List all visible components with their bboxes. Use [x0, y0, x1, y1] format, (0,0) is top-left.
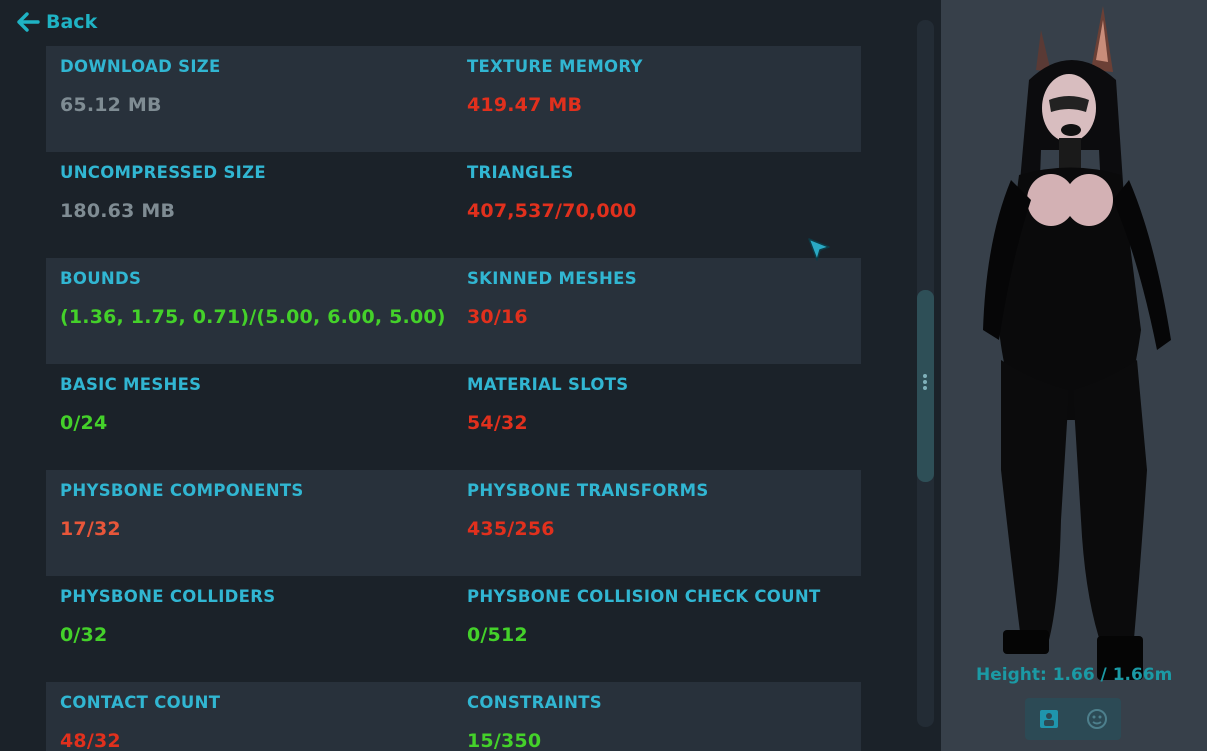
- avatar-figure: [983, 6, 1171, 680]
- stat-contact-count: CONTACT COUNT 48/32: [60, 682, 460, 751]
- stat-value: (1.36, 1.75, 0.71)/(5.00, 6.00, 5.00): [60, 306, 446, 328]
- avatar-preview[interactable]: Height: 1.66 / 1.66m: [941, 0, 1207, 751]
- stat-label: TEXTURE MEMORY: [467, 57, 643, 76]
- stat-value: 0/24: [60, 412, 108, 434]
- stat-basic-meshes: BASIC MESHES 0/24: [60, 364, 460, 470]
- preview-toolbar: [1025, 698, 1121, 740]
- stat-label: SKINNED MESHES: [467, 269, 637, 288]
- stat-download-size: DOWNLOAD SIZE 65.12 MB: [60, 46, 460, 152]
- face-button[interactable]: [1082, 704, 1112, 734]
- arrow-left-icon: [17, 12, 40, 32]
- pointer-cursor-icon: [808, 238, 830, 261]
- stat-material-slots: MATERIAL SLOTS 54/32: [467, 364, 861, 470]
- stat-row: CONTACT COUNT 48/32 CONSTRAINTS 15/350: [46, 682, 861, 751]
- stat-value: 407,537/70,000: [467, 200, 637, 222]
- stat-row: DOWNLOAD SIZE 65.12 MB TEXTURE MEMORY 41…: [46, 46, 861, 152]
- grip-dots-icon: [923, 374, 928, 390]
- stat-value: 65.12 MB: [60, 94, 162, 116]
- stat-value: 54/32: [467, 412, 528, 434]
- stat-physbone-colliders: PHYSBONE COLLIDERS 0/32: [60, 576, 460, 682]
- back-label: Back: [46, 11, 98, 33]
- stat-physbone-components: PHYSBONE COMPONENTS 17/32: [60, 470, 460, 576]
- stat-row: PHYSBONE COMPONENTS 17/32 PHYSBONE TRANS…: [46, 470, 861, 576]
- stat-label: BASIC MESHES: [60, 375, 202, 394]
- stat-uncompressed-size: UNCOMPRESSED SIZE 180.63 MB: [60, 152, 460, 258]
- stat-skinned-meshes: SKINNED MESHES 30/16: [467, 258, 861, 364]
- scrollbar-thumb[interactable]: [917, 290, 934, 482]
- avatar-card-button[interactable]: [1034, 704, 1064, 734]
- stat-physbone-collision-check-count: PHYSBONE COLLISION CHECK COUNT 0/512: [467, 576, 861, 682]
- stat-row: BOUNDS (1.36, 1.75, 0.71)/(5.00, 6.00, 5…: [46, 258, 861, 364]
- stat-value: 48/32: [60, 730, 121, 751]
- stat-value: 17/32: [60, 518, 121, 540]
- stat-label: CONTACT COUNT: [60, 693, 221, 712]
- stat-label: DOWNLOAD SIZE: [60, 57, 221, 76]
- stat-label: PHYSBONE COLLIDERS: [60, 587, 276, 606]
- stat-value: 180.63 MB: [60, 200, 176, 222]
- stat-label: MATERIAL SLOTS: [467, 375, 629, 394]
- stat-value: 0/32: [60, 624, 108, 646]
- stat-triangles: TRIANGLES 407,537/70,000: [467, 152, 861, 258]
- stat-value: 30/16: [467, 306, 528, 328]
- stat-row: BASIC MESHES 0/24 MATERIAL SLOTS 54/32: [46, 364, 861, 470]
- stat-label: PHYSBONE COLLISION CHECK COUNT: [467, 587, 821, 606]
- avatar-card-icon: [1040, 710, 1058, 728]
- stat-label: TRIANGLES: [467, 163, 574, 182]
- stat-texture-memory: TEXTURE MEMORY 419.47 MB: [467, 46, 861, 152]
- stat-label: BOUNDS: [60, 269, 142, 288]
- stat-row: UNCOMPRESSED SIZE 180.63 MB TRIANGLES 40…: [46, 152, 861, 258]
- avatar-height-label: Height: 1.66 / 1.66m: [976, 665, 1173, 685]
- stat-value: 15/350: [467, 730, 542, 751]
- stat-value: 435/256: [467, 518, 555, 540]
- performance-stats-list: DOWNLOAD SIZE 65.12 MB TEXTURE MEMORY 41…: [46, 46, 861, 751]
- stat-value: 0/512: [467, 624, 528, 646]
- stat-label: PHYSBONE TRANSFORMS: [467, 481, 709, 500]
- face-icon: [1087, 709, 1107, 729]
- stat-constraints: CONSTRAINTS 15/350: [467, 682, 861, 751]
- stat-label: UNCOMPRESSED SIZE: [60, 163, 266, 182]
- stat-row: PHYSBONE COLLIDERS 0/32 PHYSBONE COLLISI…: [46, 576, 861, 682]
- back-button[interactable]: Back: [16, 8, 97, 36]
- stat-bounds: BOUNDS (1.36, 1.75, 0.71)/(5.00, 6.00, 5…: [60, 258, 460, 364]
- scrollbar[interactable]: [917, 20, 934, 727]
- stat-label: CONSTRAINTS: [467, 693, 602, 712]
- stat-value: 419.47 MB: [467, 94, 583, 116]
- stat-label: PHYSBONE COMPONENTS: [60, 481, 304, 500]
- stat-physbone-transforms: PHYSBONE TRANSFORMS 435/256: [467, 470, 861, 576]
